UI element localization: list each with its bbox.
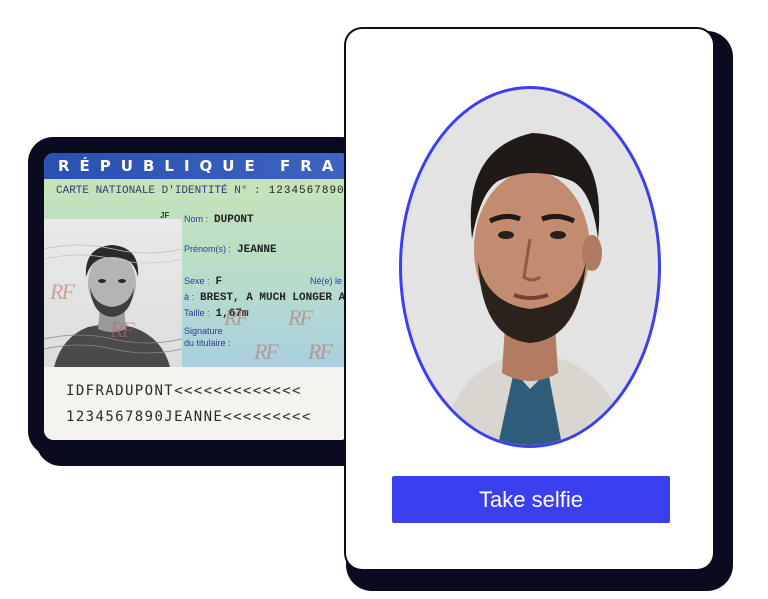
- rf-watermark: RF: [254, 339, 279, 364]
- nom-value: DUPONT: [214, 214, 254, 226]
- id-card-type-label: CARTE NATIONALE D'IDENTITÉ N° :: [56, 185, 261, 197]
- id-fields: Nom : DUPONT Prénom(s) : JEANNE Sexe :F Né…: [184, 209, 350, 369]
- rf-watermark: RF: [308, 339, 333, 364]
- id-country-title: RÉPUBLIQUE FRA: [58, 157, 344, 175]
- a-label: à :: [184, 292, 195, 302]
- rf-watermark: RF: [110, 317, 135, 342]
- taille-label: Taille :: [184, 308, 210, 318]
- rf-watermark: RF: [288, 305, 313, 330]
- field-signature-2: du titulaire :: [184, 333, 231, 351]
- ne-label: Né(e) le: [310, 276, 343, 286]
- rf-watermark: RF: [224, 305, 249, 330]
- rf-watermark: RF: [50, 279, 75, 304]
- selfie-oval-frame: [399, 86, 661, 448]
- nom-label: Nom :: [184, 214, 209, 224]
- mrz-line-2: 1234567890JEANNE<<<<<<<<<: [66, 409, 312, 425]
- mrz-zone: IDFRADUPONT<<<<<<<<<<<<< 1234567890JEANN…: [44, 367, 350, 440]
- id-photo: RF RF: [44, 219, 182, 367]
- take-selfie-button[interactable]: Take selfie: [392, 476, 670, 523]
- prenom-value: JEANNE: [237, 244, 277, 256]
- id-card-number: 1234567890: [268, 185, 345, 197]
- field-prenom: Prénom(s) : JEANNE: [184, 239, 277, 257]
- id-card-body: CARTE NATIONALE D'IDENTITÉ N° : 123456789…: [44, 179, 350, 367]
- id-card-number-row: CARTE NATIONALE D'IDENTITÉ N° : 123456789…: [56, 185, 345, 197]
- field-nom: Nom : DUPONT: [184, 209, 254, 227]
- selfie-portrait: [442, 133, 628, 445]
- id-card: RÉPUBLIQUE FRA CARTE NATIONALE D'IDENTIT…: [44, 153, 350, 440]
- signature-label-2: du titulaire :: [184, 338, 231, 348]
- mrz-line-1: IDFRADUPONT<<<<<<<<<<<<<: [66, 383, 302, 399]
- sexe-label: Sexe :: [184, 276, 210, 286]
- id-card-header: RÉPUBLIQUE FRA: [44, 153, 350, 179]
- selfie-card: Take selfie: [346, 29, 713, 569]
- prenom-label: Prénom(s) :: [184, 244, 232, 254]
